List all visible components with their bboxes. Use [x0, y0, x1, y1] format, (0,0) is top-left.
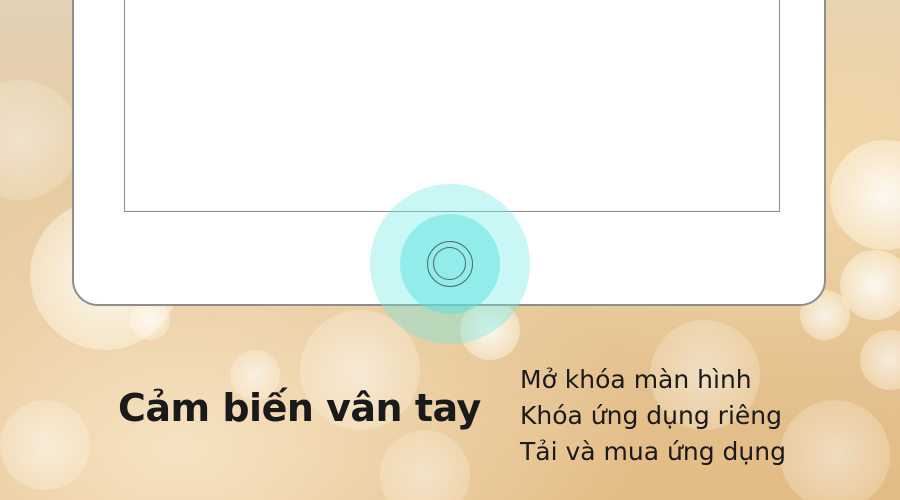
bokeh-light	[0, 80, 80, 200]
bokeh-light	[780, 400, 890, 500]
bokeh-light	[380, 430, 470, 500]
bokeh-light	[0, 400, 90, 490]
feature-item-lock-apps: Khóa ứng dụng riêng	[520, 401, 782, 430]
home-button[interactable]	[427, 241, 473, 287]
tablet-screen	[124, 0, 780, 212]
bokeh-light	[860, 330, 900, 390]
home-button-ring	[433, 247, 466, 280]
feature-item-buy-apps: Tải và mua ứng dụng	[520, 437, 786, 466]
feature-title: Cảm biến vân tay	[118, 386, 481, 430]
bokeh-light	[830, 140, 900, 250]
feature-list: Mở khóa màn hình Khóa ứng dụng riêng Tải…	[520, 362, 786, 470]
bokeh-light	[130, 300, 170, 340]
feature-item-unlock-screen: Mở khóa màn hình	[520, 365, 752, 394]
